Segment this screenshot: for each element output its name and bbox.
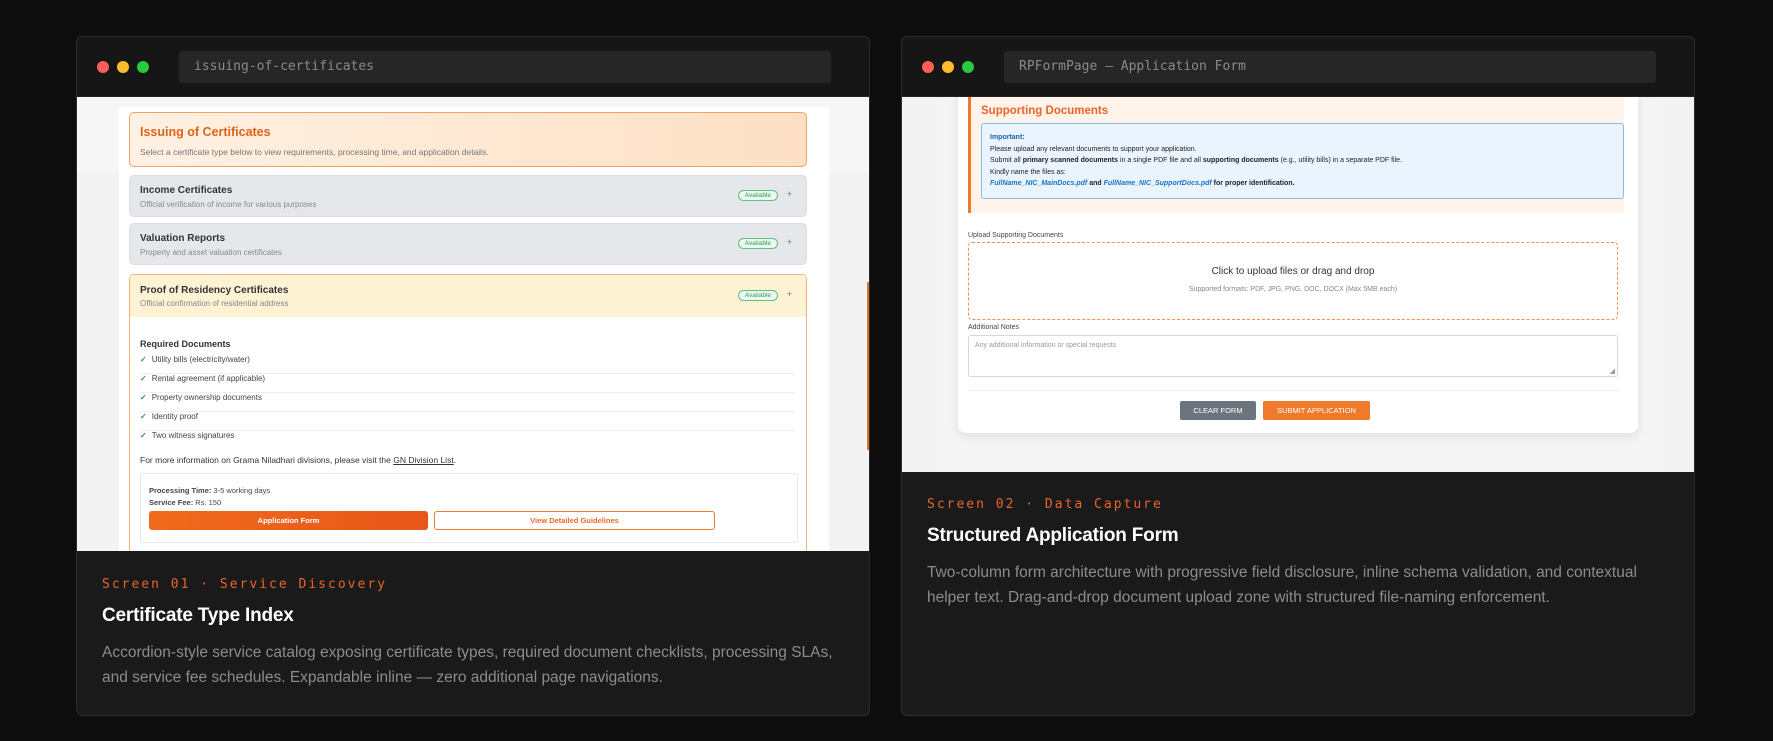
accordion-header[interactable]: Proof of Residency Certificates Official… — [130, 275, 806, 317]
card-caption: Screen 01 · Service Discovery Certificat… — [102, 577, 844, 690]
card-eyebrow: Screen 01 · Service Discovery — [102, 577, 387, 592]
section-title: Supporting Documents — [981, 105, 1109, 117]
file-drop-zone[interactable]: Click to upload files or drag and drop S… — [968, 242, 1618, 320]
resize-handle-icon[interactable]: ◢ — [1610, 367, 1615, 375]
additional-notes-textarea[interactable]: Any additional information or special re… — [968, 335, 1618, 377]
view-guidelines-button[interactable]: View Detailed Guidelines — [434, 511, 715, 530]
window-chrome: RPFormPage — Application Form — [902, 37, 1694, 97]
check-icon: ✓ — [140, 393, 147, 402]
card-title: Structured Application Form — [927, 525, 1179, 546]
expand-icon[interactable]: + — [787, 237, 792, 247]
accordion-title: Valuation Reports — [140, 233, 226, 244]
status-badge: Available — [737, 190, 778, 201]
scrollbar-thumb[interactable] — [867, 282, 869, 450]
notes-placeholder: Any additional information or special re… — [975, 342, 1117, 349]
showcase-card-application-form: RPFormPage — Application Form Supporting… — [901, 36, 1695, 716]
maximize-dot-icon — [962, 61, 974, 73]
close-dot-icon — [922, 61, 934, 73]
list-item: ✓ Rental agreement (if applicable) — [140, 374, 795, 393]
list-item: ✓ Identity proof — [140, 412, 795, 431]
list-item: ✓ Property ownership documents — [140, 393, 795, 412]
accordion-income-certificates[interactable]: Income Certificates Official verificatio… — [129, 175, 807, 217]
supporting-docs-section: Supporting Documents Important: Please u… — [968, 97, 1624, 213]
status-badge: Available — [737, 290, 778, 301]
accordion-title: Proof of Residency Certificates — [140, 285, 289, 296]
card-description: Two-column form architecture with progre… — [927, 564, 1637, 606]
accordion-proof-of-residency: Proof of Residency Certificates Official… — [129, 274, 807, 551]
processing-info-box: Processing Time: 3-5 working days Servic… — [140, 473, 798, 543]
gn-division-link[interactable]: GN Division List — [393, 455, 453, 465]
accordion-valuation-reports[interactable]: Valuation Reports Property and asset val… — [129, 223, 807, 265]
page-subtitle: Select a certificate type below to view … — [140, 147, 489, 157]
submit-application-button[interactable]: SUBMIT APPLICATION — [1263, 401, 1370, 420]
check-icon: ✓ — [140, 412, 147, 421]
card-title: Certificate Type Index — [102, 605, 294, 626]
status-badge: Available — [737, 238, 778, 249]
divider — [968, 390, 1618, 391]
form-panel: Supporting Documents Important: Please u… — [958, 97, 1638, 433]
upload-label: Upload Supporting Documents — [968, 232, 1064, 239]
accordion-title: Income Certificates — [140, 185, 233, 196]
expand-icon[interactable]: + — [787, 189, 792, 199]
upload-formats: Supported formats: PDF, JPG, PNG, DOC, D… — [1188, 286, 1398, 293]
page-header: Issuing of Certificates Select a certifi… — [129, 112, 807, 167]
address-bar: issuing-of-certificates — [179, 51, 831, 83]
accordion-subtitle: Official verification of income for vari… — [140, 200, 317, 209]
list-item: ✓ Two witness signatures — [140, 431, 235, 440]
application-form-button[interactable]: Application Form — [149, 511, 428, 530]
card-eyebrow: Screen 02 · Data Capture — [927, 497, 1163, 512]
certificates-page: Issuing of Certificates Select a certifi… — [119, 107, 829, 551]
clear-form-button[interactable]: CLEAR FORM — [1180, 401, 1256, 420]
minimize-dot-icon — [117, 61, 129, 73]
list-item: ✓ Utility bills (electricity/water) — [140, 355, 795, 374]
check-icon: ✓ — [140, 431, 147, 440]
expand-icon[interactable]: + — [787, 289, 792, 299]
accordion-subtitle: Official confirmation of residential add… — [140, 299, 289, 308]
required-docs-heading: Required Documents — [140, 339, 231, 349]
important-notice: Important: Please upload any relevant do… — [981, 123, 1624, 199]
maximize-dot-icon — [137, 61, 149, 73]
screenshot-certificate-index: Issuing of Certificates Select a certifi… — [77, 97, 869, 551]
check-icon: ✓ — [140, 355, 147, 364]
card-caption: Screen 02 · Data Capture Structured Appl… — [927, 497, 1669, 610]
showcase-card-certificate-index: issuing-of-certificates Issuing of Certi… — [76, 36, 870, 716]
card-description: Accordion-style service catalog exposing… — [102, 644, 833, 686]
more-info-text: For more information on Grama Niladhari … — [140, 455, 457, 465]
address-bar: RPFormPage — Application Form — [1004, 51, 1656, 83]
close-dot-icon — [97, 61, 109, 73]
accordion-subtitle: Property and asset valuation certificate… — [140, 248, 282, 257]
screenshot-application-form: Supporting Documents Important: Please u… — [902, 97, 1694, 472]
notes-label: Additional Notes — [968, 324, 1019, 331]
page-title: Issuing of Certificates — [140, 125, 271, 139]
minimize-dot-icon — [942, 61, 954, 73]
upload-title: Click to upload files or drag and drop — [1211, 266, 1375, 277]
check-icon: ✓ — [140, 374, 147, 383]
window-chrome: issuing-of-certificates — [77, 37, 869, 97]
